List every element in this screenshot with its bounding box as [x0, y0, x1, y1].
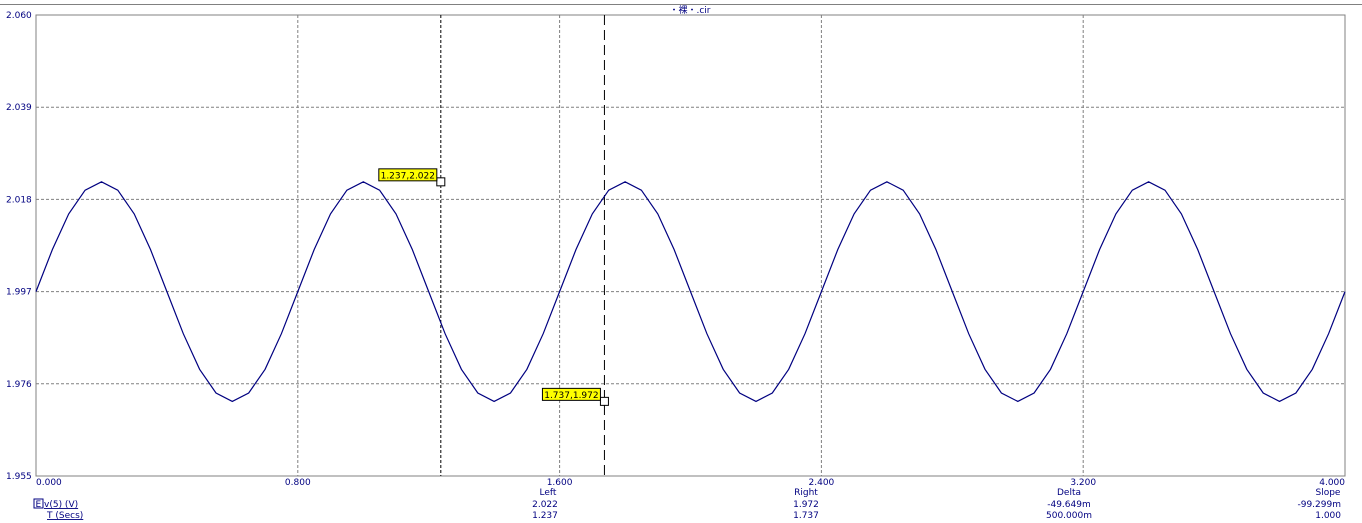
series-toggle-glyph: E — [36, 500, 42, 510]
right-cursor-marker[interactable]: 1.737,1.972 — [541, 387, 609, 406]
plot-title: ・裸・.cir — [669, 4, 710, 16]
x-axis-ticks: 0.000 0.800 1.600 2.400 3.200 4.000 — [36, 478, 1345, 488]
header-left: Left — [540, 488, 557, 498]
plot-frame — [35, 14, 1346, 477]
row-time-right: 1.737 — [793, 511, 819, 521]
x-tick-label: 2.400 — [809, 478, 835, 488]
cursor-handle[interactable] — [599, 396, 609, 406]
row-time-delta: 500.000m — [1046, 511, 1092, 521]
row-v5-left: 2.022 — [532, 500, 558, 510]
row-time-left: 1.237 — [532, 511, 558, 521]
cursor-layer[interactable] — [440, 15, 605, 476]
x-tick-label: 0.800 — [285, 478, 311, 488]
row-v5-delta: -49.649m — [1047, 500, 1091, 510]
grid — [0, 4, 1362, 476]
y-tick-label: 2.039 — [6, 103, 32, 113]
x-tick-label: 4.000 — [1319, 478, 1345, 488]
header-slope: Slope — [1316, 488, 1341, 498]
left-cursor-marker[interactable]: 1.237,2.022 — [378, 168, 446, 187]
cursor-label: 1.237,2.022 — [381, 171, 435, 181]
y-tick-label: 1.997 — [6, 288, 32, 298]
x-tick-label: 1.600 — [547, 478, 573, 488]
row-v5-slope: -99.299m — [1297, 500, 1341, 510]
y-tick-label: 2.060 — [6, 11, 32, 21]
plot-canvas[interactable]: ・裸・.cir 2.060 2.039 2.018 1.997 1.976 1.955 0… — [0, 0, 1362, 523]
y-tick-label: 2.018 — [6, 195, 32, 205]
row-time-slope: 1.000 — [1315, 511, 1341, 521]
x-tick-label: 0.000 — [36, 478, 62, 488]
cursor-handle[interactable] — [436, 177, 446, 187]
cursor-label: 1.737,1.972 — [544, 391, 598, 401]
header-right: Right — [794, 488, 818, 498]
x-tick-label: 3.200 — [1070, 478, 1096, 488]
row-v5-right: 1.972 — [793, 500, 819, 510]
y-tick-label: 1.955 — [6, 472, 32, 482]
cursor-readout-table: Left Right Delta Slope E v(5) (V) 2.022 … — [33, 488, 1341, 521]
row-label-v5[interactable]: v(5) (V) — [44, 500, 78, 510]
y-axis-ticks: 2.060 2.039 2.018 1.997 1.976 1.955 — [6, 11, 32, 482]
row-label-time[interactable]: T (Secs) — [46, 511, 83, 521]
cursor-markers[interactable]: 1.237,2.022 1.737,1.972 — [378, 168, 609, 406]
header-delta: Delta — [1057, 488, 1081, 498]
y-tick-label: 1.976 — [6, 380, 32, 390]
